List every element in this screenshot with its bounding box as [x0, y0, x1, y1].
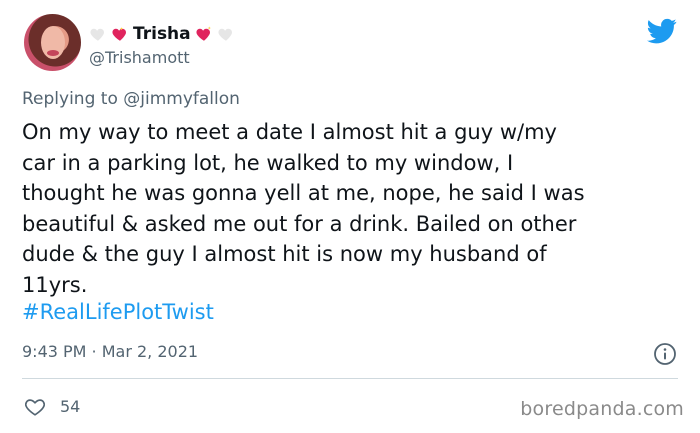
tweet-card: Trisha @Trishamott Replying to @jimmyfal…: [0, 0, 700, 433]
white-heart-icon: [218, 28, 232, 41]
twitter-bird-icon[interactable]: [647, 16, 677, 46]
hashtag-link[interactable]: #RealLifePlotTwist: [22, 300, 214, 324]
avatar-lips: [47, 50, 59, 56]
sparkling-heart-icon: [196, 26, 211, 41]
divider: [22, 378, 678, 379]
name-row[interactable]: Trisha: [89, 23, 235, 45]
avatar[interactable]: [24, 14, 81, 71]
tweet-timestamp[interactable]: 9:43 PM · Mar 2, 2021: [22, 342, 198, 361]
like-count: 54: [60, 397, 81, 416]
replying-to-prefix: Replying to: [22, 89, 124, 109]
heart-outline-icon[interactable]: [24, 396, 46, 418]
source-watermark: boredpanda.com: [520, 398, 684, 420]
white-heart-icon: [90, 28, 105, 41]
sparkling-heart-icon: [112, 27, 127, 41]
user-handle[interactable]: @Trishamott: [89, 48, 190, 67]
replying-to: Replying to @jimmyfallon: [22, 89, 240, 109]
replying-to-mention[interactable]: @jimmyfallon: [123, 89, 240, 109]
display-name[interactable]: Trisha: [133, 24, 191, 44]
info-icon[interactable]: [653, 342, 677, 366]
tweet-text: On my way to meet a date I almost hit a …: [22, 120, 585, 297]
